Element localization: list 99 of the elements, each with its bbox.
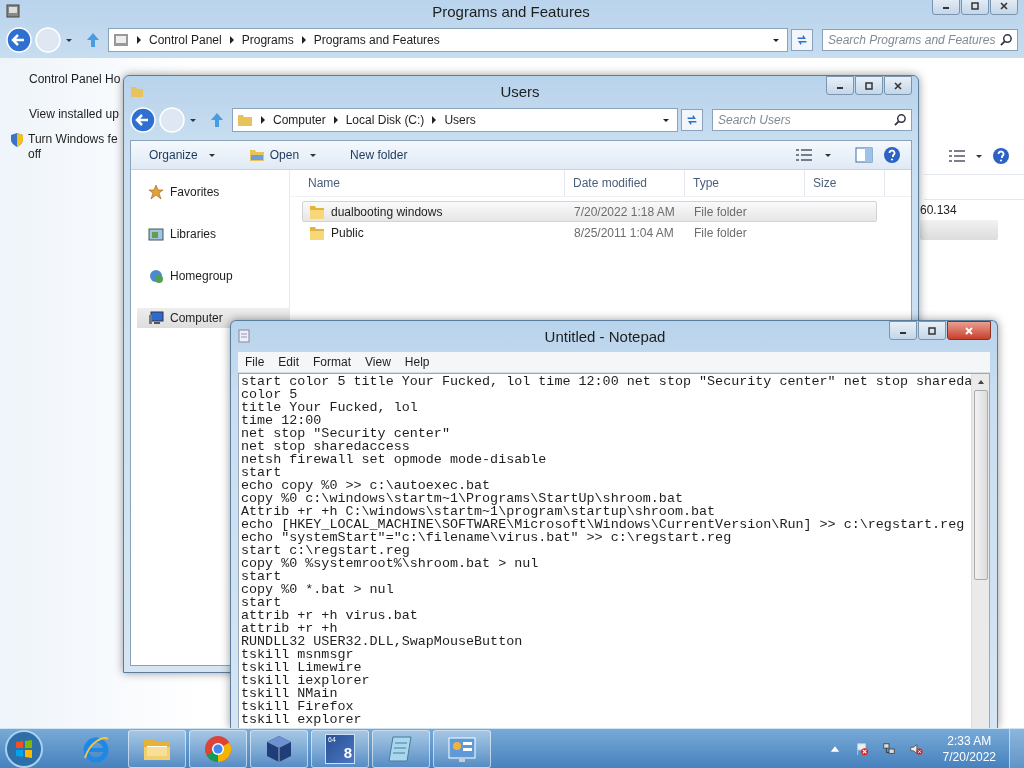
- toolbar-button[interactable]: New folder: [344, 146, 414, 164]
- help-icon[interactable]: [883, 146, 901, 164]
- control-panel-icon: [6, 4, 20, 18]
- type-cell-text: File folder: [693, 225, 748, 240]
- window-title: Programs and Features: [431, 2, 591, 20]
- speaker-muted-icon[interactable]: [908, 741, 923, 756]
- start-button[interactable]: [4, 728, 44, 768]
- shield-icon: [10, 132, 24, 148]
- notepad-icon: [237, 329, 251, 343]
- table-row[interactable]: 60.134: [920, 200, 998, 220]
- menu-item[interactable]: Format: [306, 355, 359, 369]
- scroll-thumb[interactable]: [973, 390, 988, 580]
- date-cell-text: 8/25/2011 1:04 AM: [573, 225, 675, 240]
- maximize-button[interactable]: [961, 0, 989, 15]
- maximize-icon: [970, 0, 980, 11]
- toolbar-button[interactable]: Open: [242, 146, 325, 164]
- folder-icon: [130, 84, 144, 98]
- minimize-icon: [900, 332, 906, 334]
- date-cell-text: 7/20/2022 1:18 AM: [573, 204, 676, 219]
- refresh-icon[interactable]: [681, 109, 703, 131]
- help-icon[interactable]: [992, 147, 1010, 165]
- search-field[interactable]: Search Users: [712, 109, 912, 131]
- maximize-button[interactable]: [855, 76, 883, 95]
- chevron-icon: [300, 36, 307, 44]
- breadcrumb-item[interactable]: Local Disk (C:): [345, 113, 425, 127]
- folder-icon: [309, 224, 325, 241]
- file-name: dualbooting windows: [331, 204, 443, 219]
- minimize-button[interactable]: [826, 76, 854, 95]
- chevron-icon: [431, 116, 438, 124]
- star-icon: [148, 184, 164, 200]
- menu-item[interactable]: Help: [397, 355, 437, 369]
- close-icon: [964, 325, 974, 336]
- search-icon[interactable]: [894, 113, 907, 126]
- file-row[interactable]: dualbooting windows 7/20/2022 1:18 AM File folder: [302, 201, 877, 222]
- nav-item[interactable]: Libraries: [131, 224, 289, 244]
- flag-icon[interactable]: [854, 741, 869, 756]
- breadcrumb-item[interactable]: Programs and Features: [313, 33, 440, 47]
- maximize-icon: [864, 80, 874, 91]
- refresh-icon[interactable]: [791, 29, 813, 51]
- sidebar-link[interactable]: Control Panel Ho: [29, 72, 121, 87]
- minimize-icon: [837, 87, 843, 89]
- window-title: Users: [499, 82, 541, 100]
- view-options-icon[interactable]: [948, 150, 966, 162]
- minimize-button[interactable]: [889, 321, 917, 340]
- control-panel-icon: [113, 32, 129, 48]
- file-row[interactable]: Public 8/25/2011 1:04 AM File folder: [302, 222, 877, 243]
- folder-icon: [248, 148, 265, 162]
- scrollbar[interactable]: [971, 374, 989, 728]
- chevron-icon: [332, 116, 339, 124]
- breadcrumb-item[interactable]: Programs: [241, 33, 294, 47]
- nav-item[interactable]: Favorites: [131, 182, 289, 202]
- menu-item[interactable]: View: [358, 355, 398, 369]
- sidebar-link[interactable]: off: [28, 147, 42, 162]
- sidebar-link[interactable]: View installed up: [29, 107, 119, 122]
- close-button[interactable]: [884, 76, 912, 95]
- column-header[interactable]: Type: [685, 170, 805, 196]
- sidebar-link[interactable]: Turn Windows fe: [28, 132, 118, 147]
- search-icon[interactable]: [1000, 33, 1013, 46]
- taskbar-button[interactable]: [250, 729, 308, 768]
- taskbar-button[interactable]: [433, 729, 491, 768]
- network-icon[interactable]: [881, 741, 896, 756]
- type-cell-text: File folder: [693, 204, 748, 219]
- clock[interactable]: 2:33 AM 7/20/2022: [942, 732, 996, 765]
- chevron-icon: [228, 36, 235, 44]
- window-title: Untitled - Notepad: [543, 327, 667, 345]
- back-button[interactable]: [6, 27, 32, 53]
- homegroup-icon: [148, 268, 164, 284]
- taskbar-button[interactable]: [189, 729, 247, 768]
- address-bar[interactable]: Computer Local Disk (C:) Users: [232, 108, 678, 132]
- column-header[interactable]: Name: [290, 170, 565, 196]
- table-cell: 60.134: [920, 203, 957, 217]
- minimize-icon: [943, 7, 949, 9]
- breadcrumb-item[interactable]: Computer: [273, 113, 326, 127]
- close-button[interactable]: [990, 0, 1018, 15]
- column-header[interactable]: Size: [805, 170, 885, 196]
- menu-item[interactable]: File: [238, 355, 272, 369]
- chevron-icon: [260, 116, 266, 124]
- menu-item[interactable]: Edit: [271, 355, 307, 369]
- back-button[interactable]: [130, 107, 156, 133]
- nav-item[interactable]: Homegroup: [131, 266, 289, 286]
- view-options-icon[interactable]: [795, 149, 813, 161]
- file-name: Public: [331, 225, 364, 240]
- close-icon: [893, 80, 903, 91]
- computer-icon: [148, 310, 164, 326]
- folder-icon: [237, 112, 253, 128]
- maximize-icon: [927, 325, 937, 336]
- chevron-icon: [136, 36, 142, 44]
- toolbar-button[interactable]: Organize: [143, 146, 223, 164]
- folder-icon: [309, 203, 325, 220]
- column-header[interactable]: Date modified: [565, 170, 685, 196]
- library-icon: [148, 226, 164, 242]
- breadcrumb-item[interactable]: Control Panel: [149, 33, 222, 47]
- close-button[interactable]: [947, 321, 991, 340]
- close-icon: [999, 0, 1009, 11]
- address-bar[interactable]: Control Panel Programs Programs and Features: [108, 28, 788, 52]
- breadcrumb-item[interactable]: Users: [444, 113, 476, 127]
- search-field[interactable]: Search Programs and Features: [822, 29, 1018, 51]
- maximize-button[interactable]: [918, 321, 946, 340]
- minimize-button[interactable]: [932, 0, 960, 15]
